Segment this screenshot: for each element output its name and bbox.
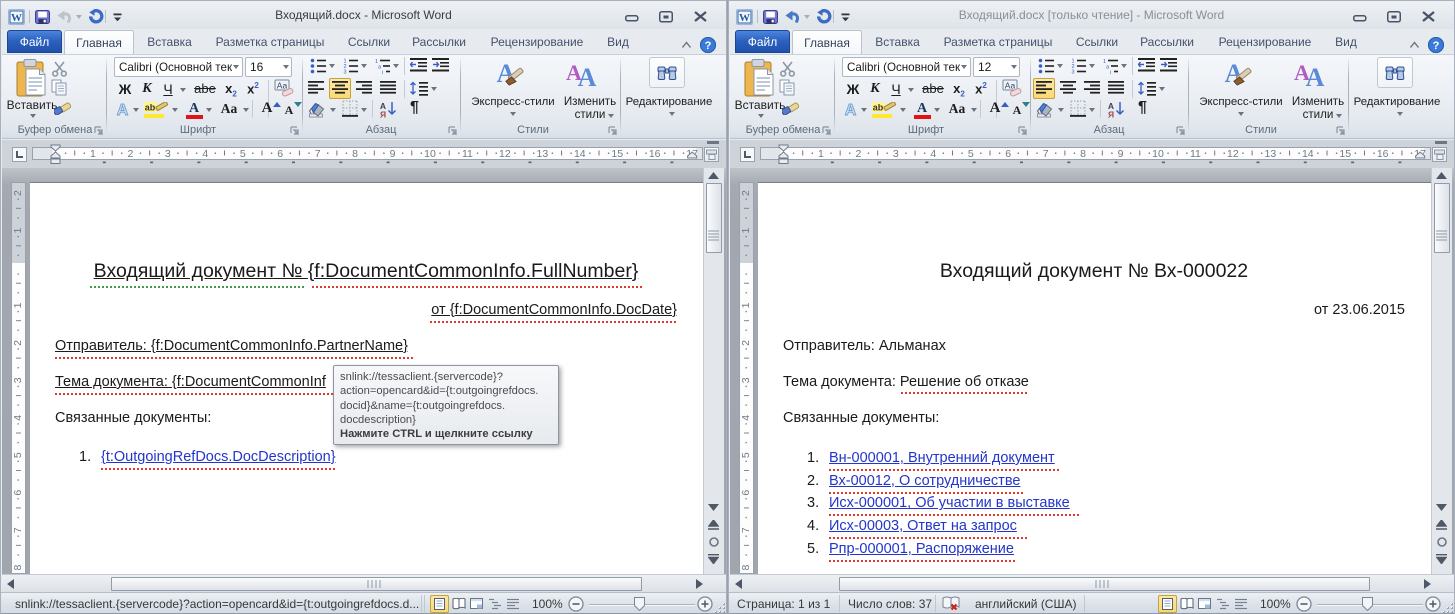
- svg-text:4: 4: [12, 415, 24, 421]
- svg-text:6: 6: [277, 148, 283, 160]
- svg-text:15: 15: [1339, 148, 1351, 160]
- svg-text:6: 6: [12, 490, 24, 496]
- svg-text:3: 3: [165, 148, 171, 160]
- svg-text:2: 2: [740, 190, 752, 196]
- svg-text:13: 13: [1265, 148, 1277, 160]
- svg-text:16: 16: [649, 148, 661, 160]
- svg-text:12: 12: [1227, 148, 1239, 160]
- svg-text:11: 11: [462, 148, 473, 160]
- svg-text:8: 8: [12, 565, 24, 571]
- svg-text:3: 3: [343, 70, 346, 74]
- svg-text:i: i: [1110, 70, 1111, 74]
- svg-text:8: 8: [352, 148, 358, 160]
- svg-text:9: 9: [390, 148, 396, 160]
- svg-text:ab: ab: [145, 103, 156, 113]
- svg-text:1: 1: [818, 148, 824, 160]
- svg-text:1: 1: [740, 302, 752, 308]
- svg-text:Aa: Aa: [277, 81, 288, 91]
- svg-text:10: 10: [424, 148, 436, 160]
- svg-text:9: 9: [1118, 148, 1124, 160]
- svg-text:ab: ab: [873, 103, 884, 113]
- svg-text:1: 1: [12, 302, 24, 308]
- svg-text:15: 15: [611, 148, 623, 160]
- svg-text:12: 12: [499, 148, 511, 160]
- svg-text:1: 1: [12, 227, 24, 233]
- svg-text:4: 4: [202, 148, 208, 160]
- svg-text:8: 8: [740, 565, 752, 571]
- svg-text:4: 4: [740, 415, 752, 421]
- svg-text:6: 6: [740, 490, 752, 496]
- svg-text:5: 5: [240, 148, 246, 160]
- svg-text:7: 7: [1043, 148, 1049, 160]
- svg-text:10: 10: [1152, 148, 1164, 160]
- svg-text:4: 4: [930, 148, 936, 160]
- svg-text:11: 11: [1190, 148, 1201, 160]
- svg-text:3: 3: [893, 148, 899, 160]
- svg-text:1: 1: [90, 148, 96, 160]
- svg-text:5: 5: [968, 148, 974, 160]
- svg-text:Я: Я: [380, 110, 386, 119]
- svg-text:3: 3: [12, 377, 24, 383]
- svg-text:1: 1: [740, 227, 752, 233]
- svg-text:A: A: [845, 102, 857, 118]
- svg-text:5: 5: [12, 452, 24, 458]
- svg-text:13: 13: [537, 148, 549, 160]
- svg-text:6: 6: [1005, 148, 1011, 160]
- svg-text:A: A: [1306, 63, 1325, 90]
- svg-text:14: 14: [1302, 148, 1314, 160]
- svg-text:Я: Я: [1108, 110, 1114, 119]
- svg-text:7: 7: [740, 527, 752, 533]
- svg-text:16: 16: [1377, 148, 1389, 160]
- svg-text:A: A: [578, 63, 597, 90]
- svg-text:14: 14: [574, 148, 586, 160]
- svg-text:8: 8: [1080, 148, 1086, 160]
- svg-text:2: 2: [740, 340, 752, 346]
- svg-text:7: 7: [315, 148, 321, 160]
- svg-text:2: 2: [127, 148, 133, 160]
- svg-text:A: A: [117, 102, 129, 118]
- svg-text:5: 5: [740, 452, 752, 458]
- svg-text:2: 2: [12, 190, 24, 196]
- svg-text:7: 7: [12, 527, 24, 533]
- svg-text:3: 3: [740, 377, 752, 383]
- svg-text:2: 2: [12, 340, 24, 346]
- svg-text:i: i: [382, 70, 383, 74]
- svg-text:3: 3: [1071, 70, 1074, 74]
- svg-text:2: 2: [855, 148, 861, 160]
- svg-text:Aa: Aa: [1005, 81, 1016, 91]
